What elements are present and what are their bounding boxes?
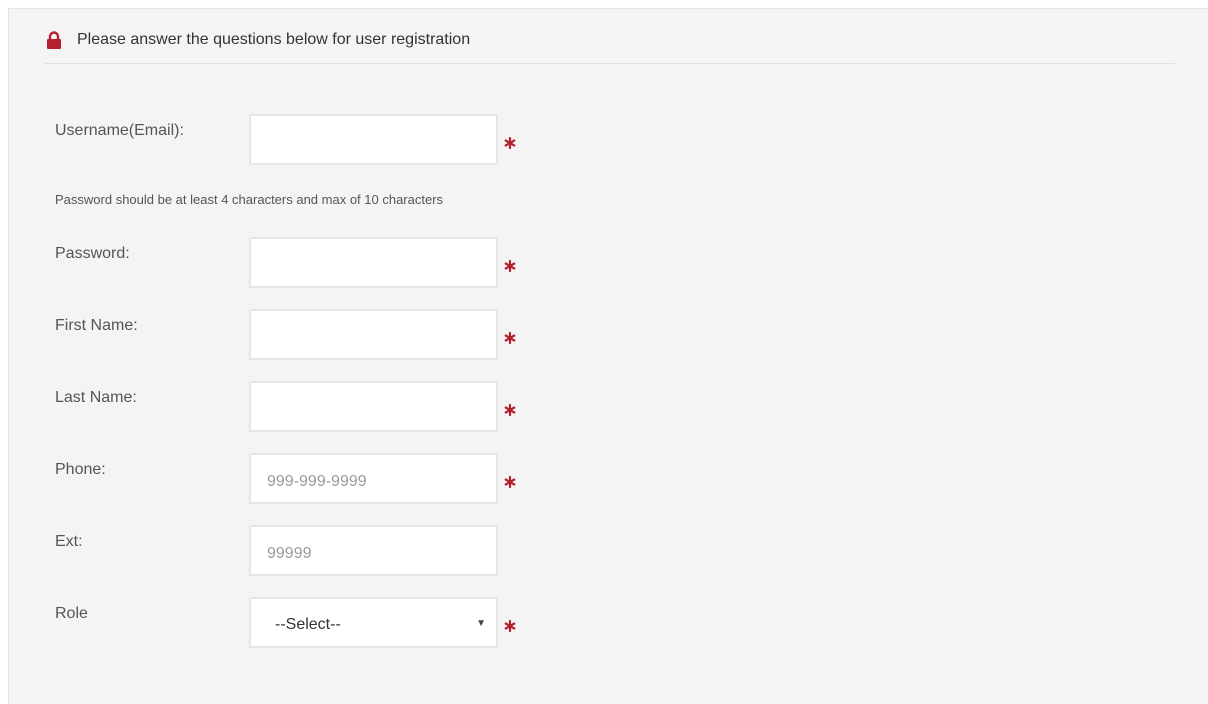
first-name-input[interactable] <box>249 309 498 360</box>
phone-input[interactable] <box>249 453 498 504</box>
password-input[interactable] <box>249 237 498 288</box>
password-label: Password: <box>55 245 130 262</box>
ext-input[interactable] <box>249 525 498 576</box>
first-name-label: First Name: <box>55 317 138 334</box>
phone-label: Phone: <box>55 461 106 478</box>
lock-icon <box>47 31 61 49</box>
required-asterisk-icon <box>504 136 516 150</box>
required-asterisk-icon <box>504 259 516 273</box>
ext-label: Ext: <box>55 533 83 550</box>
role-select[interactable]: --Select-- ▼ <box>249 597 498 648</box>
form-header-text: Please answer the questions below for us… <box>77 31 471 48</box>
required-asterisk-icon <box>504 403 516 417</box>
role-label: Role <box>55 605 88 622</box>
required-asterisk-icon <box>504 619 516 633</box>
role-select-value: --Select-- <box>275 616 341 633</box>
required-asterisk-icon <box>504 475 516 489</box>
required-asterisk-icon <box>504 331 516 345</box>
last-name-input[interactable] <box>249 381 498 432</box>
username-label: Username(Email): <box>55 122 184 139</box>
username-input[interactable] <box>249 114 498 165</box>
last-name-label: Last Name: <box>55 389 137 406</box>
registration-panel <box>8 8 1208 704</box>
password-hint: Password should be at least 4 characters… <box>55 192 444 207</box>
caret-down-icon: ▼ <box>476 618 486 629</box>
form-header: Please answer the questions below for us… <box>45 28 1175 64</box>
